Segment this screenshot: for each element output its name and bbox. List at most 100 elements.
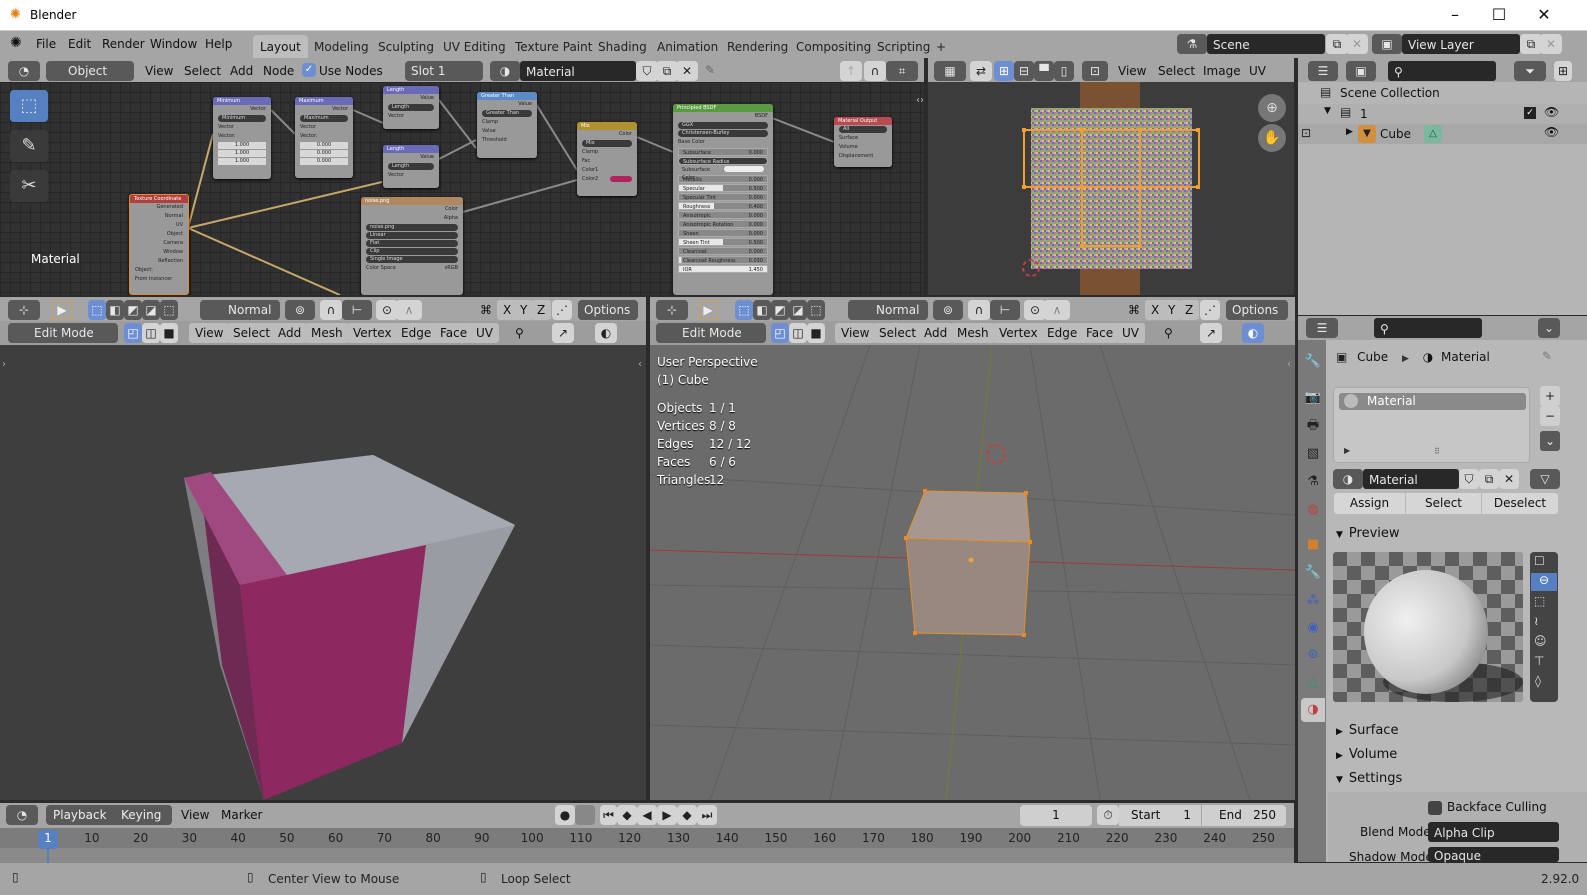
orientation-dropdown[interactable]: Normal xyxy=(200,300,280,320)
mirror-icon[interactable]: ⌘ xyxy=(480,300,492,320)
node-material-output[interactable]: Material Output All Surface Volume Displ… xyxy=(834,117,892,167)
target-dropdown[interactable]: All xyxy=(839,126,887,133)
extension-dropdown[interactable]: Clip xyxy=(366,248,458,255)
uv-menu-image[interactable]: Image xyxy=(1203,61,1241,81)
transform-pivot-icon[interactable]: ⊹ xyxy=(8,300,40,320)
jump-start-icon[interactable]: ⏮ xyxy=(600,805,617,825)
menu-face[interactable]: Face xyxy=(1080,323,1120,343)
select-mode-subtract-icon[interactable]: ◩ xyxy=(771,300,789,320)
slot-dropdown[interactable]: Slot 1 xyxy=(405,61,483,81)
preview-hair-icon[interactable]: ≀ xyxy=(1534,614,1539,628)
preview-cube-icon[interactable]: ⬚ xyxy=(1534,594,1545,608)
tab-mesh-data-icon[interactable]: △ xyxy=(1301,671,1325,695)
bsdf-param-anisotropic[interactable]: Anisotropic 0.000 xyxy=(678,211,768,219)
source-dropdown[interactable]: Single Image xyxy=(366,256,458,263)
overlays-icon[interactable]: ◐ xyxy=(1242,323,1264,343)
bsdf-param-subsurface-radius[interactable]: Subsurface Radius xyxy=(678,157,768,165)
bsdf-param-ior[interactable]: IOR 1.450 xyxy=(678,265,768,273)
snap-increment-icon[interactable]: ⊢ xyxy=(990,300,1020,320)
options-dropdown[interactable]: Options xyxy=(578,300,638,320)
socket-normal[interactable]: Normal xyxy=(130,212,188,221)
socket-bsdf-out[interactable]: BSDF xyxy=(673,112,773,121)
resize-handle-icon[interactable]: ⠿ xyxy=(1434,447,1440,456)
select-mode-subtract-icon[interactable]: ◩ xyxy=(124,300,142,320)
scene-field[interactable]: Scene xyxy=(1207,34,1325,54)
view-layer-icon[interactable]: ▣ xyxy=(1372,34,1402,54)
overlays-icon[interactable]: ◐ xyxy=(595,323,617,343)
socket-vector-in[interactable]: Vector xyxy=(213,123,271,132)
editor-type-icon[interactable]: ◔ xyxy=(8,61,40,81)
subsurface-method-dropdown[interactable]: Christensen-Burley xyxy=(678,130,768,137)
properties-search-input[interactable]: ⚲ xyxy=(1374,318,1482,338)
blend-mode-dropdown[interactable]: Mix xyxy=(582,140,632,147)
socket-surface-in[interactable]: Surface xyxy=(834,134,892,143)
assign-button[interactable]: Assign xyxy=(1334,493,1405,514)
edge-select-mode-icon[interactable]: ◫ xyxy=(789,323,807,343)
menu-render[interactable]: Render xyxy=(102,37,145,51)
tab-texture-paint[interactable]: Texture Paint xyxy=(508,35,599,58)
node-length-1[interactable]: Length Value Length Vector xyxy=(383,86,439,129)
prev-keyframe-icon[interactable]: ◆ xyxy=(617,805,637,825)
bsdf-param-clearcoat[interactable]: Clearcoat 0.000 xyxy=(678,247,768,255)
exclude-checkbox[interactable]: ✓ xyxy=(1524,107,1536,119)
select-box-tool[interactable]: ⬚ xyxy=(10,90,48,122)
clamp-checkbox[interactable]: Clamp xyxy=(577,148,637,157)
sidebar-toggle-icon[interactable]: ‹ xyxy=(638,359,642,370)
face-select-mode-icon[interactable]: ■ xyxy=(807,323,825,343)
vector-y-field[interactable]: 1.000 xyxy=(218,150,266,157)
unlink-material-icon[interactable]: ✕ xyxy=(1499,469,1519,489)
socket-uv[interactable]: UV xyxy=(130,221,188,230)
mesh-data-icon[interactable]: △ xyxy=(1424,125,1442,143)
node-menu-select[interactable]: Select xyxy=(184,61,221,81)
edge-select-mode-icon[interactable]: ◫ xyxy=(142,323,160,343)
proportional-edit-icon[interactable]: ⊙ xyxy=(376,300,398,320)
node-editor-canvas[interactable]: ⬚ ✎ ✂ Material ‹› Texture Coordinate Gen… xyxy=(0,82,924,295)
select-mode-new-icon[interactable]: ⬚ xyxy=(735,300,753,320)
socket-reflection[interactable]: Reflection xyxy=(130,257,188,266)
menu-select[interactable]: Select xyxy=(873,323,923,343)
color-space-row[interactable]: Color Space sRGB xyxy=(361,264,463,273)
tab-layout[interactable]: Layout xyxy=(253,35,308,58)
outliner-row-cube[interactable]: ⊡ ▶ ▼ Cube △ 👁 xyxy=(1298,124,1587,144)
operation-dropdown[interactable]: Minimum xyxy=(218,115,266,122)
bsdf-param-sheen-tint[interactable]: Sheen Tint 0.500 xyxy=(678,238,768,246)
current-frame-field[interactable]: 1 xyxy=(1020,805,1092,826)
expand-cube-icon[interactable]: ▶ xyxy=(1346,127,1353,137)
links-cut-tool[interactable]: ✂ xyxy=(10,170,48,202)
menu-add[interactable]: Add xyxy=(918,323,954,343)
socket-vector-in[interactable]: Vector xyxy=(383,112,439,121)
options-dropdown[interactable]: Options xyxy=(1226,300,1288,320)
mode-dropdown[interactable]: Edit Mode xyxy=(8,323,118,343)
socket-volume-in[interactable]: Volume xyxy=(834,143,892,152)
timeline-track[interactable] xyxy=(0,848,1294,863)
menu-view[interactable]: View xyxy=(189,323,230,343)
outliner-search-input[interactable]: ⚲ xyxy=(1388,61,1496,81)
snap-toggle-icon[interactable]: ∩ xyxy=(968,300,990,320)
tab-uv-editing[interactable]: UV Editing xyxy=(436,35,513,58)
remove-slot-button[interactable]: − xyxy=(1540,406,1560,426)
tab-sculpting[interactable]: Sculpting xyxy=(371,35,441,58)
material-browse-icon[interactable]: ◑ xyxy=(490,61,520,81)
snap-icon[interactable]: ∩ xyxy=(864,61,886,81)
falloff-icon[interactable]: ∧ xyxy=(1044,300,1070,320)
fake-user-icon[interactable]: ⛉ xyxy=(636,61,658,81)
vector-y-field[interactable]: 0.000 xyxy=(300,150,348,157)
sidebar-toggle-icon[interactable]: ‹› xyxy=(916,95,924,106)
uv-menu-view[interactable]: View xyxy=(1118,61,1146,81)
uv-sync-selection-icon[interactable]: ⇄ xyxy=(970,61,992,81)
volume-panel-header[interactable]: ▶ Volume xyxy=(1330,744,1587,766)
tab-render-icon[interactable]: 📷 xyxy=(1301,386,1325,410)
use-nodes-checkbox[interactable]: ✓ xyxy=(302,63,316,77)
mirror-z-toggle[interactable]: Z xyxy=(531,300,552,320)
socket-color-out[interactable]: Color xyxy=(577,130,637,139)
tab-animation[interactable]: Animation xyxy=(650,35,725,58)
start-frame-field[interactable]: Start 1 xyxy=(1119,805,1201,826)
parent-node-tree-icon[interactable]: ↑ xyxy=(840,61,862,81)
socket-camera[interactable]: Camera xyxy=(130,239,188,248)
snap-toggle-icon[interactable]: ∩ xyxy=(320,300,342,320)
bsdf-param-anisotropic-rotation[interactable]: Anisotropic Rotation 0.000 xyxy=(678,220,768,228)
operation-dropdown[interactable]: Greater Than xyxy=(482,110,532,117)
select-mode-new-icon[interactable]: ⬚ xyxy=(88,300,106,320)
color-space-value[interactable]: sRGB xyxy=(445,265,458,272)
preview-fluid-icon[interactable]: ◊ xyxy=(1535,674,1541,688)
